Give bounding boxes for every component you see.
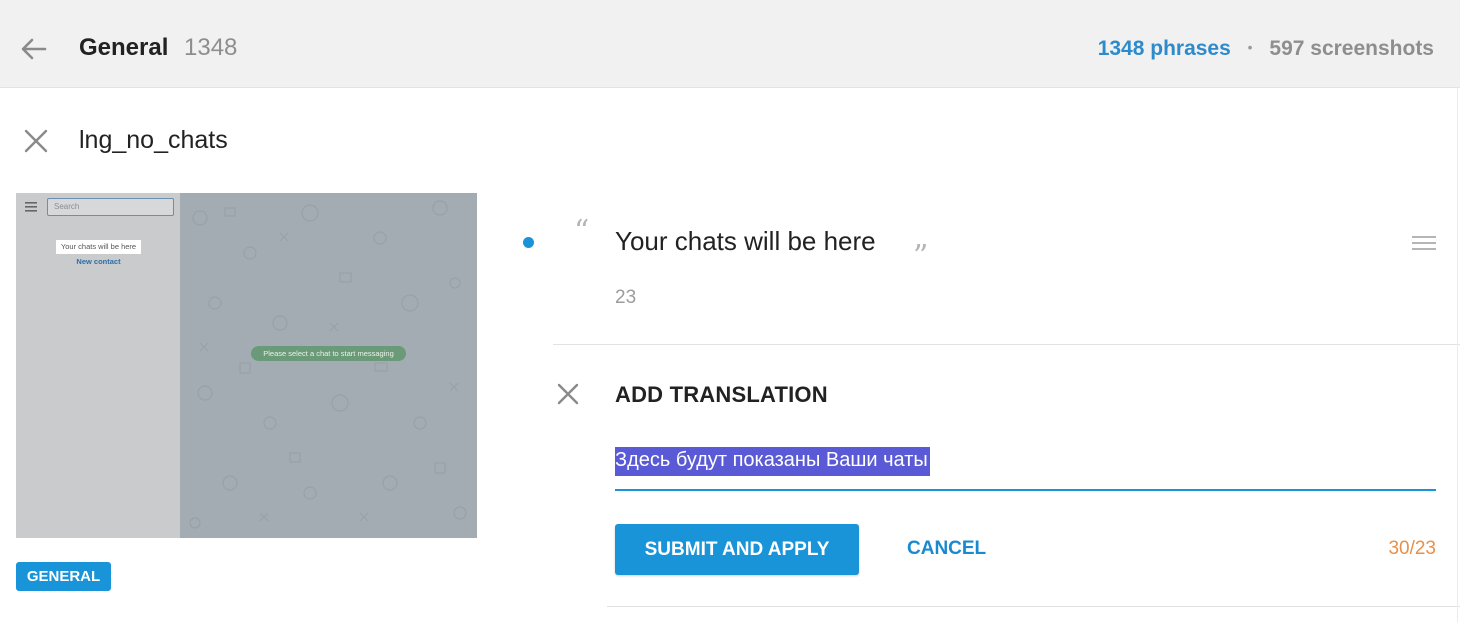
screenshot-sidebar: Search Your chats will be here New conta… bbox=[16, 193, 180, 538]
quote-close-icon: ” bbox=[913, 239, 929, 274]
quote-open-icon: “ bbox=[574, 214, 590, 249]
header-stats: 1348 phrases • 597 screenshots bbox=[1098, 37, 1434, 61]
top-header: General 1348 1348 phrases • 597 screensh… bbox=[0, 0, 1460, 88]
app-root: General 1348 1348 phrases • 597 screensh… bbox=[0, 0, 1460, 622]
cancel-button[interactable]: CANCEL bbox=[907, 538, 986, 560]
submit-and-apply-button[interactable]: SUBMIT AND APPLY bbox=[615, 524, 859, 575]
close-icon bbox=[24, 129, 48, 153]
menu-icon bbox=[1412, 236, 1436, 250]
back-button[interactable] bbox=[18, 33, 50, 65]
chat-background-pattern bbox=[180, 193, 477, 538]
arrow-left-icon bbox=[21, 38, 47, 60]
screenshot-new-contact: New contact bbox=[76, 257, 121, 266]
screenshots-count: 597 screenshots bbox=[1269, 37, 1434, 60]
close-key-button[interactable] bbox=[22, 127, 50, 155]
menu-icon bbox=[25, 202, 37, 212]
screenshot-select-chat-pill: Please select a chat to start messaging bbox=[251, 346, 406, 361]
screenshot-empty-text: Your chats will be here bbox=[56, 240, 141, 254]
stats-separator: • bbox=[1247, 39, 1253, 55]
page-title: General bbox=[79, 34, 169, 61]
divider bbox=[553, 344, 1460, 345]
phrase-length: 23 bbox=[615, 287, 637, 308]
status-dot bbox=[523, 237, 534, 248]
close-icon bbox=[557, 383, 579, 405]
phrases-link[interactable]: 1348 phrases bbox=[1098, 37, 1231, 60]
screenshot-search-field: Search bbox=[47, 198, 174, 216]
translation-input-value[interactable]: Здесь будут показаны Ваши чаты bbox=[615, 447, 930, 476]
panel-edge bbox=[1457, 88, 1458, 622]
phrase-key-name: lng_no_chats bbox=[79, 126, 228, 154]
tag-general[interactable]: GENERAL bbox=[16, 562, 111, 591]
add-translation-title: ADD TRANSLATION bbox=[615, 382, 828, 407]
phrase-menu-button[interactable] bbox=[1410, 233, 1438, 253]
close-translation-button[interactable] bbox=[555, 381, 581, 407]
source-phrase: Your chats will be here bbox=[615, 226, 876, 256]
translation-input[interactable]: Здесь будут показаны Ваши чаты bbox=[615, 443, 1436, 491]
phrase-count: 1348 bbox=[184, 34, 238, 61]
character-counter: 30/23 bbox=[1388, 538, 1436, 559]
divider bbox=[607, 606, 1460, 607]
screenshot-preview[interactable]: Search Your chats will be here New conta… bbox=[16, 193, 477, 538]
